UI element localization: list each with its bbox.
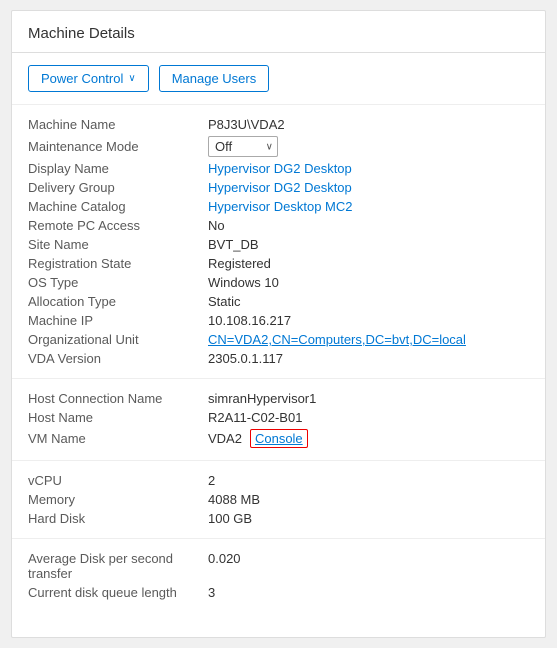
table-row: Machine Name P8J3U\VDA2 <box>28 117 529 132</box>
console-link[interactable]: Console <box>250 429 308 448</box>
field-value-vda-version: 2305.0.1.117 <box>208 351 283 366</box>
table-row: Registration State Registered <box>28 256 529 271</box>
panel-title: Machine Details <box>12 11 545 53</box>
field-value-memory: 4088 MB <box>208 492 260 507</box>
field-label-vda-version: VDA Version <box>28 351 208 366</box>
field-label-machine-catalog: Machine Catalog <box>28 199 208 214</box>
field-value-delivery-group[interactable]: Hypervisor DG2 Desktop <box>208 180 352 195</box>
table-row: Allocation Type Static <box>28 294 529 309</box>
power-control-label: Power Control <box>41 71 123 86</box>
table-row: Host Connection Name simranHypervisor1 <box>28 391 529 406</box>
table-row: Current disk queue length 3 <box>28 585 529 600</box>
field-value-os-type: Windows 10 <box>208 275 279 290</box>
field-value-remote-pc-access: No <box>208 218 225 233</box>
resource-section: vCPU 2 Memory 4088 MB Hard Disk 100 GB <box>12 461 545 539</box>
field-value-hard-disk: 100 GB <box>208 511 252 526</box>
table-row: Machine IP 10.108.16.217 <box>28 313 529 328</box>
field-value-display-name[interactable]: Hypervisor DG2 Desktop <box>208 161 352 176</box>
maintenance-mode-select[interactable]: Off On <box>208 136 278 157</box>
table-row: Host Name R2A11-C02-B01 <box>28 410 529 425</box>
field-label-display-name: Display Name <box>28 161 208 176</box>
power-control-button[interactable]: Power Control ∨ <box>28 65 149 92</box>
field-value-avg-disk-transfer: 0.020 <box>208 551 241 566</box>
table-row: Display Name Hypervisor DG2 Desktop <box>28 161 529 176</box>
toolbar: Power Control ∨ Manage Users <box>12 53 545 105</box>
field-label-host-connection-name: Host Connection Name <box>28 391 208 406</box>
field-label-os-type: OS Type <box>28 275 208 290</box>
field-label-machine-ip: Machine IP <box>28 313 208 328</box>
field-label-machine-name: Machine Name <box>28 117 208 132</box>
field-label-hard-disk: Hard Disk <box>28 511 208 526</box>
field-label-memory: Memory <box>28 492 208 507</box>
field-label-remote-pc-access: Remote PC Access <box>28 218 208 233</box>
field-label-disk-queue-length: Current disk queue length <box>28 585 208 600</box>
disk-stats-section: Average Disk per second transfer 0.020 C… <box>12 539 545 612</box>
table-row: Site Name BVT_DB <box>28 237 529 252</box>
table-row: OS Type Windows 10 <box>28 275 529 290</box>
field-label-host-name: Host Name <box>28 410 208 425</box>
field-label-vcpu: vCPU <box>28 473 208 488</box>
field-value-allocation-type: Static <box>208 294 241 309</box>
table-row: Remote PC Access No <box>28 218 529 233</box>
field-label-allocation-type: Allocation Type <box>28 294 208 309</box>
table-row: vCPU 2 <box>28 473 529 488</box>
table-row: Delivery Group Hypervisor DG2 Desktop <box>28 180 529 195</box>
field-value-machine-ip: 10.108.16.217 <box>208 313 291 328</box>
field-value-host-connection-name: simranHypervisor1 <box>208 391 316 406</box>
table-row: Machine Catalog Hypervisor Desktop MC2 <box>28 199 529 214</box>
manage-users-button[interactable]: Manage Users <box>159 65 270 92</box>
table-row: VM Name VDA2 Console <box>28 429 529 448</box>
field-value-organizational-unit[interactable]: CN=VDA2,CN=Computers,DC=bvt,DC=local <box>208 332 466 347</box>
field-label-vm-name: VM Name <box>28 431 208 446</box>
manage-users-label: Manage Users <box>172 71 257 86</box>
maintenance-mode-select-wrapper[interactable]: Off On <box>208 136 278 157</box>
field-value-machine-name: P8J3U\VDA2 <box>208 117 285 132</box>
field-value-machine-catalog[interactable]: Hypervisor Desktop MC2 <box>208 199 353 214</box>
field-value-site-name: BVT_DB <box>208 237 259 252</box>
machine-properties-section: Machine Name P8J3U\VDA2 Maintenance Mode… <box>12 105 545 379</box>
table-row: Average Disk per second transfer 0.020 <box>28 551 529 581</box>
field-label-registration-state: Registration State <box>28 256 208 271</box>
field-value-host-name: R2A11-C02-B01 <box>208 410 302 425</box>
field-label-organizational-unit: Organizational Unit <box>28 332 208 347</box>
field-value-registration-state: Registered <box>208 256 271 271</box>
machine-details-panel: Machine Details Power Control ∨ Manage U… <box>11 10 546 638</box>
table-row: Hard Disk 100 GB <box>28 511 529 526</box>
field-value-vcpu: 2 <box>208 473 215 488</box>
field-label-site-name: Site Name <box>28 237 208 252</box>
chevron-down-icon: ∨ <box>128 73 135 84</box>
host-info-section: Host Connection Name simranHypervisor1 H… <box>12 379 545 461</box>
table-row: VDA Version 2305.0.1.117 <box>28 351 529 366</box>
field-label-avg-disk-transfer: Average Disk per second transfer <box>28 551 208 581</box>
table-row: Memory 4088 MB <box>28 492 529 507</box>
field-value-disk-queue-length: 3 <box>208 585 215 600</box>
table-row: Maintenance Mode Off On <box>28 136 529 157</box>
field-value-vm-name: VDA2 <box>208 431 242 446</box>
field-label-delivery-group: Delivery Group <box>28 180 208 195</box>
field-label-maintenance-mode: Maintenance Mode <box>28 139 208 154</box>
table-row: Organizational Unit CN=VDA2,CN=Computers… <box>28 332 529 347</box>
